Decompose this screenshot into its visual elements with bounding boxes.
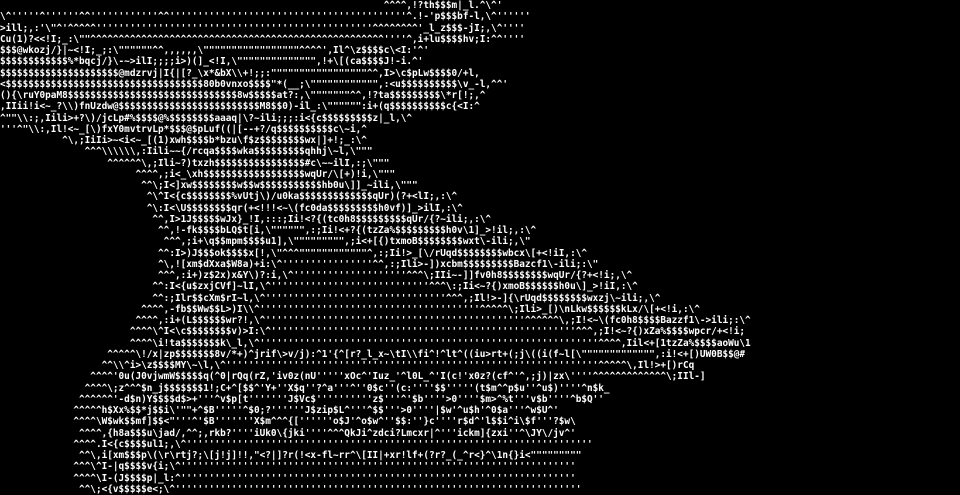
- ascii-art-text: ^^^^,!?th$$$m|_l.^\^' \^'''''^''''''^^''…: [0, 0, 751, 495]
- ascii-art-canvas: ^^^^,!?th$$$m|_l.^\^' \^'''''^''''''^^''…: [0, 0, 960, 495]
